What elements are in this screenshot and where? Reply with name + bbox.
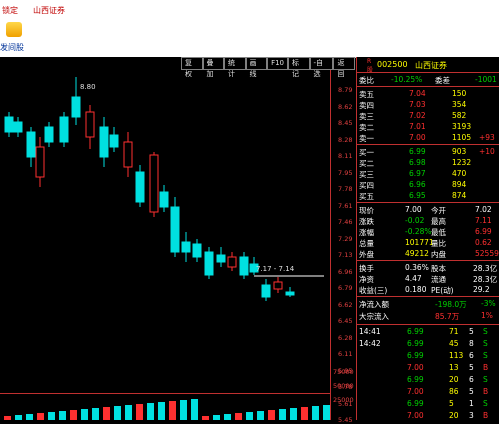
tick-row: 14:41 6.99 71 5 S xyxy=(359,327,488,336)
volume-divider xyxy=(0,393,330,394)
app-icon[interactable] xyxy=(6,22,22,37)
candle-body xyxy=(59,116,69,143)
stock-code: 002500 xyxy=(377,60,408,69)
volume-tick: 25000 xyxy=(333,396,354,404)
bid-row: 买五 6.95 874 xyxy=(359,191,467,201)
volume-bar xyxy=(312,406,319,420)
candle-body xyxy=(285,291,295,296)
volume-bar xyxy=(268,410,275,420)
tick-row: 7.00 20 3 B xyxy=(407,411,489,420)
stat2-row: 收益(三) 0.180 PE(动) 29.2 xyxy=(359,285,490,295)
tick-row: 14:42 6.99 45 8 S xyxy=(359,339,488,348)
candle-body xyxy=(159,191,169,208)
lock-label[interactable]: 锁定 xyxy=(2,5,18,16)
tick-row: 7.00 86 5 B xyxy=(407,387,489,396)
volume-tick: 50000 xyxy=(333,382,354,390)
volume-tick: 75000 xyxy=(333,368,354,376)
volume-bar xyxy=(48,412,55,420)
candle-body xyxy=(273,281,283,290)
volume-bar xyxy=(103,407,110,420)
app-launcher: 发间股 xyxy=(0,19,499,58)
candle-body xyxy=(170,206,180,253)
candle-body xyxy=(123,141,133,168)
flow-row: 大宗流入 85.7万 1% xyxy=(359,311,493,321)
volume-bar xyxy=(213,415,220,420)
volume-bar xyxy=(81,409,88,420)
candle-body xyxy=(216,254,226,263)
flow-row: 净流入额 -198.0万 -3% xyxy=(359,299,496,309)
volume-bar xyxy=(158,402,165,420)
candle-body xyxy=(227,256,237,268)
candle-body xyxy=(261,284,271,298)
candlestick-plot xyxy=(4,77,330,420)
volume-bar xyxy=(279,409,286,420)
title-bar: 锁定 山西证券 xyxy=(0,0,499,19)
weibi-row: 委比 -10.25% 委差 -1001 xyxy=(359,75,497,85)
candle-body xyxy=(149,154,159,213)
tick-row: 6.99 20 6 S xyxy=(407,375,488,384)
volume-bar xyxy=(202,416,209,420)
candle-body xyxy=(181,241,191,253)
volume-bar xyxy=(147,403,154,420)
volume-bar xyxy=(125,405,132,420)
candle-body xyxy=(239,256,249,276)
stock-name: 山西证券 xyxy=(415,61,447,70)
tick-row: 7.00 13 5 B xyxy=(407,363,489,372)
volume-bar xyxy=(257,411,264,420)
volume-bar xyxy=(114,406,121,420)
quote-panel: R股 002500 山西证券 委比 -10.25% 委差 -1001 卖五 7.0… xyxy=(356,57,499,420)
volume-bar xyxy=(301,407,308,420)
volume-bar xyxy=(15,415,22,420)
tick-row: 6.99 5 1 S xyxy=(407,399,488,408)
volume-bar xyxy=(191,399,198,420)
app-label[interactable]: 发间股 xyxy=(0,42,24,53)
stat-row: 外盘 49212 内盘 52559 xyxy=(359,249,499,259)
volume-bar xyxy=(37,413,44,420)
volume-bar xyxy=(70,410,77,420)
volume-bar xyxy=(59,411,66,420)
candle-body xyxy=(44,126,54,143)
candle-body xyxy=(135,171,145,203)
candle-body xyxy=(71,96,81,118)
candle-body xyxy=(99,126,109,158)
candle-body xyxy=(192,243,202,258)
candle-body xyxy=(109,134,119,148)
candle-body xyxy=(4,116,14,133)
volume-bar xyxy=(323,405,330,420)
volume-bar xyxy=(169,401,176,420)
candle-body xyxy=(35,146,45,178)
volume-bar xyxy=(180,400,187,420)
volume-bar xyxy=(246,412,253,420)
volume-bar xyxy=(290,408,297,420)
volume-bar xyxy=(92,408,99,420)
price-range-line xyxy=(254,275,324,277)
candle-body xyxy=(13,121,23,133)
volume-bar xyxy=(224,414,231,420)
volume-bar xyxy=(26,414,33,420)
window-title: 山西证券 xyxy=(33,6,65,15)
candle-body xyxy=(26,131,36,158)
volume-bar xyxy=(4,416,11,420)
volume-bar xyxy=(235,413,242,420)
volume-bar xyxy=(136,404,143,420)
kline-chart[interactable]: 复权 叠加 统计 画线 F10 标记 -自选 返回 8.79 8.62 8.45 8.28 8.11 7… xyxy=(0,57,355,424)
high-price-label: 8.80 xyxy=(80,83,96,91)
candle-body xyxy=(204,251,214,276)
range-label: 7.17 - 7.14 xyxy=(256,265,295,273)
candle-body xyxy=(85,111,95,138)
ask-row: 卖一 7.00 1105 +93 xyxy=(359,133,495,143)
tick-row: 6.99 113 6 S xyxy=(407,351,488,360)
